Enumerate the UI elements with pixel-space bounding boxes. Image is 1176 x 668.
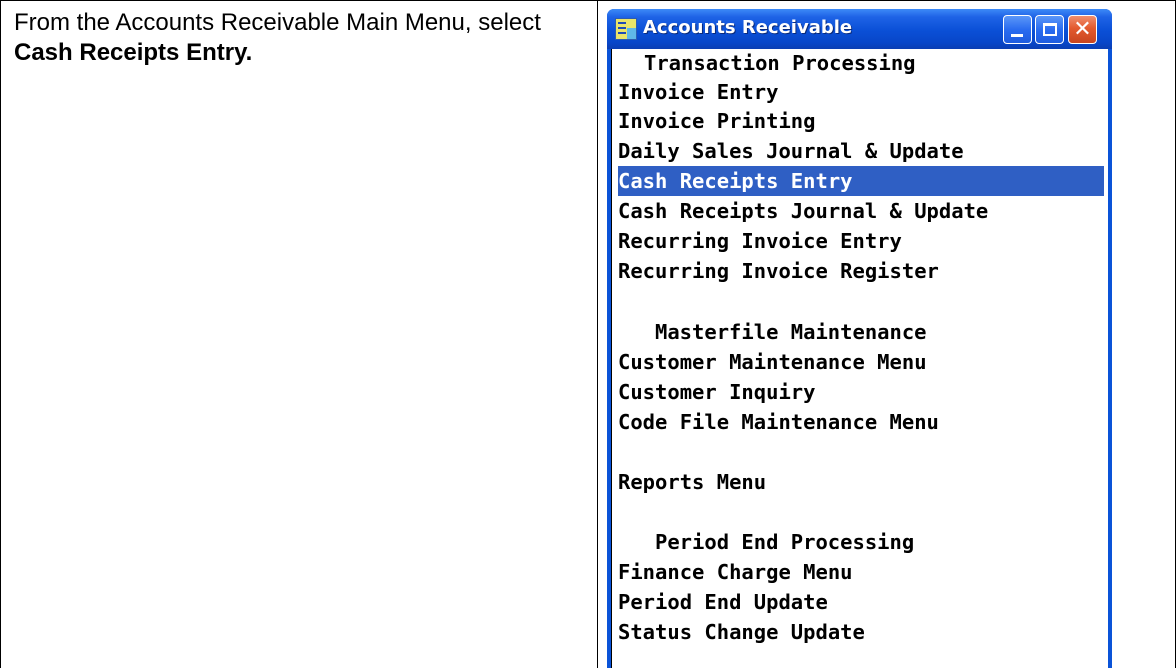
table-border-middle (597, 0, 598, 668)
menu-panel: Transaction Processing Invoice Entry Inv… (611, 49, 1108, 668)
accounts-receivable-window: Accounts Receivable ✕ Transaction Proces… (607, 9, 1112, 668)
maximize-button[interactable] (1035, 15, 1064, 44)
menu-item-customer-inquiry[interactable]: Customer Inquiry (618, 377, 1104, 408)
menu-item-daily-sales-journal[interactable]: Daily Sales Journal & Update (618, 136, 1104, 167)
menu-item-customer-maintenance[interactable]: Customer Maintenance Menu (618, 347, 1104, 378)
section-heading-transaction: Transaction Processing (644, 51, 916, 75)
menu-item-code-file-maintenance[interactable]: Code File Maintenance Menu (618, 407, 1104, 438)
minimize-icon (1011, 34, 1023, 37)
instruction-bold: Cash Receipts Entry. (14, 39, 253, 66)
window-titlebar[interactable]: Accounts Receivable ✕ (607, 9, 1112, 49)
section-heading-masterfile: Masterfile Maintenance (655, 320, 927, 344)
table-border-left (0, 0, 1, 668)
menu-item-finance-charge[interactable]: Finance Charge Menu (618, 557, 1104, 588)
close-icon: ✕ (1073, 17, 1092, 42)
maximize-icon (1043, 23, 1057, 36)
menu-item-invoice-entry[interactable]: Invoice Entry (618, 77, 1104, 108)
minimize-button[interactable] (1003, 15, 1032, 44)
menu-item-recurring-invoice-entry[interactable]: Recurring Invoice Entry (618, 226, 1104, 257)
window-title: Accounts Receivable (643, 17, 853, 38)
instruction-prefix: From the Accounts Receivable Main Menu, … (14, 9, 541, 36)
menu-item-status-change-update[interactable]: Status Change Update (618, 617, 1104, 648)
table-border-top (0, 0, 1176, 1)
menu-item-period-end-update[interactable]: Period End Update (618, 587, 1104, 618)
instruction-text: From the Accounts Receivable Main Menu, … (14, 8, 594, 68)
close-button[interactable]: ✕ (1068, 15, 1097, 44)
menu-item-cash-receipts-entry[interactable]: Cash Receipts Entry (618, 166, 1104, 196)
menu-item-invoice-printing[interactable]: Invoice Printing (618, 106, 1104, 137)
menu-item-recurring-invoice-register[interactable]: Recurring Invoice Register (618, 256, 1104, 287)
menu-item-cash-receipts-journal[interactable]: Cash Receipts Journal & Update (618, 196, 1104, 227)
menu-item-reports-menu[interactable]: Reports Menu (618, 467, 1104, 498)
section-heading-period-end: Period End Processing (655, 530, 915, 554)
app-icon[interactable] (615, 18, 637, 40)
